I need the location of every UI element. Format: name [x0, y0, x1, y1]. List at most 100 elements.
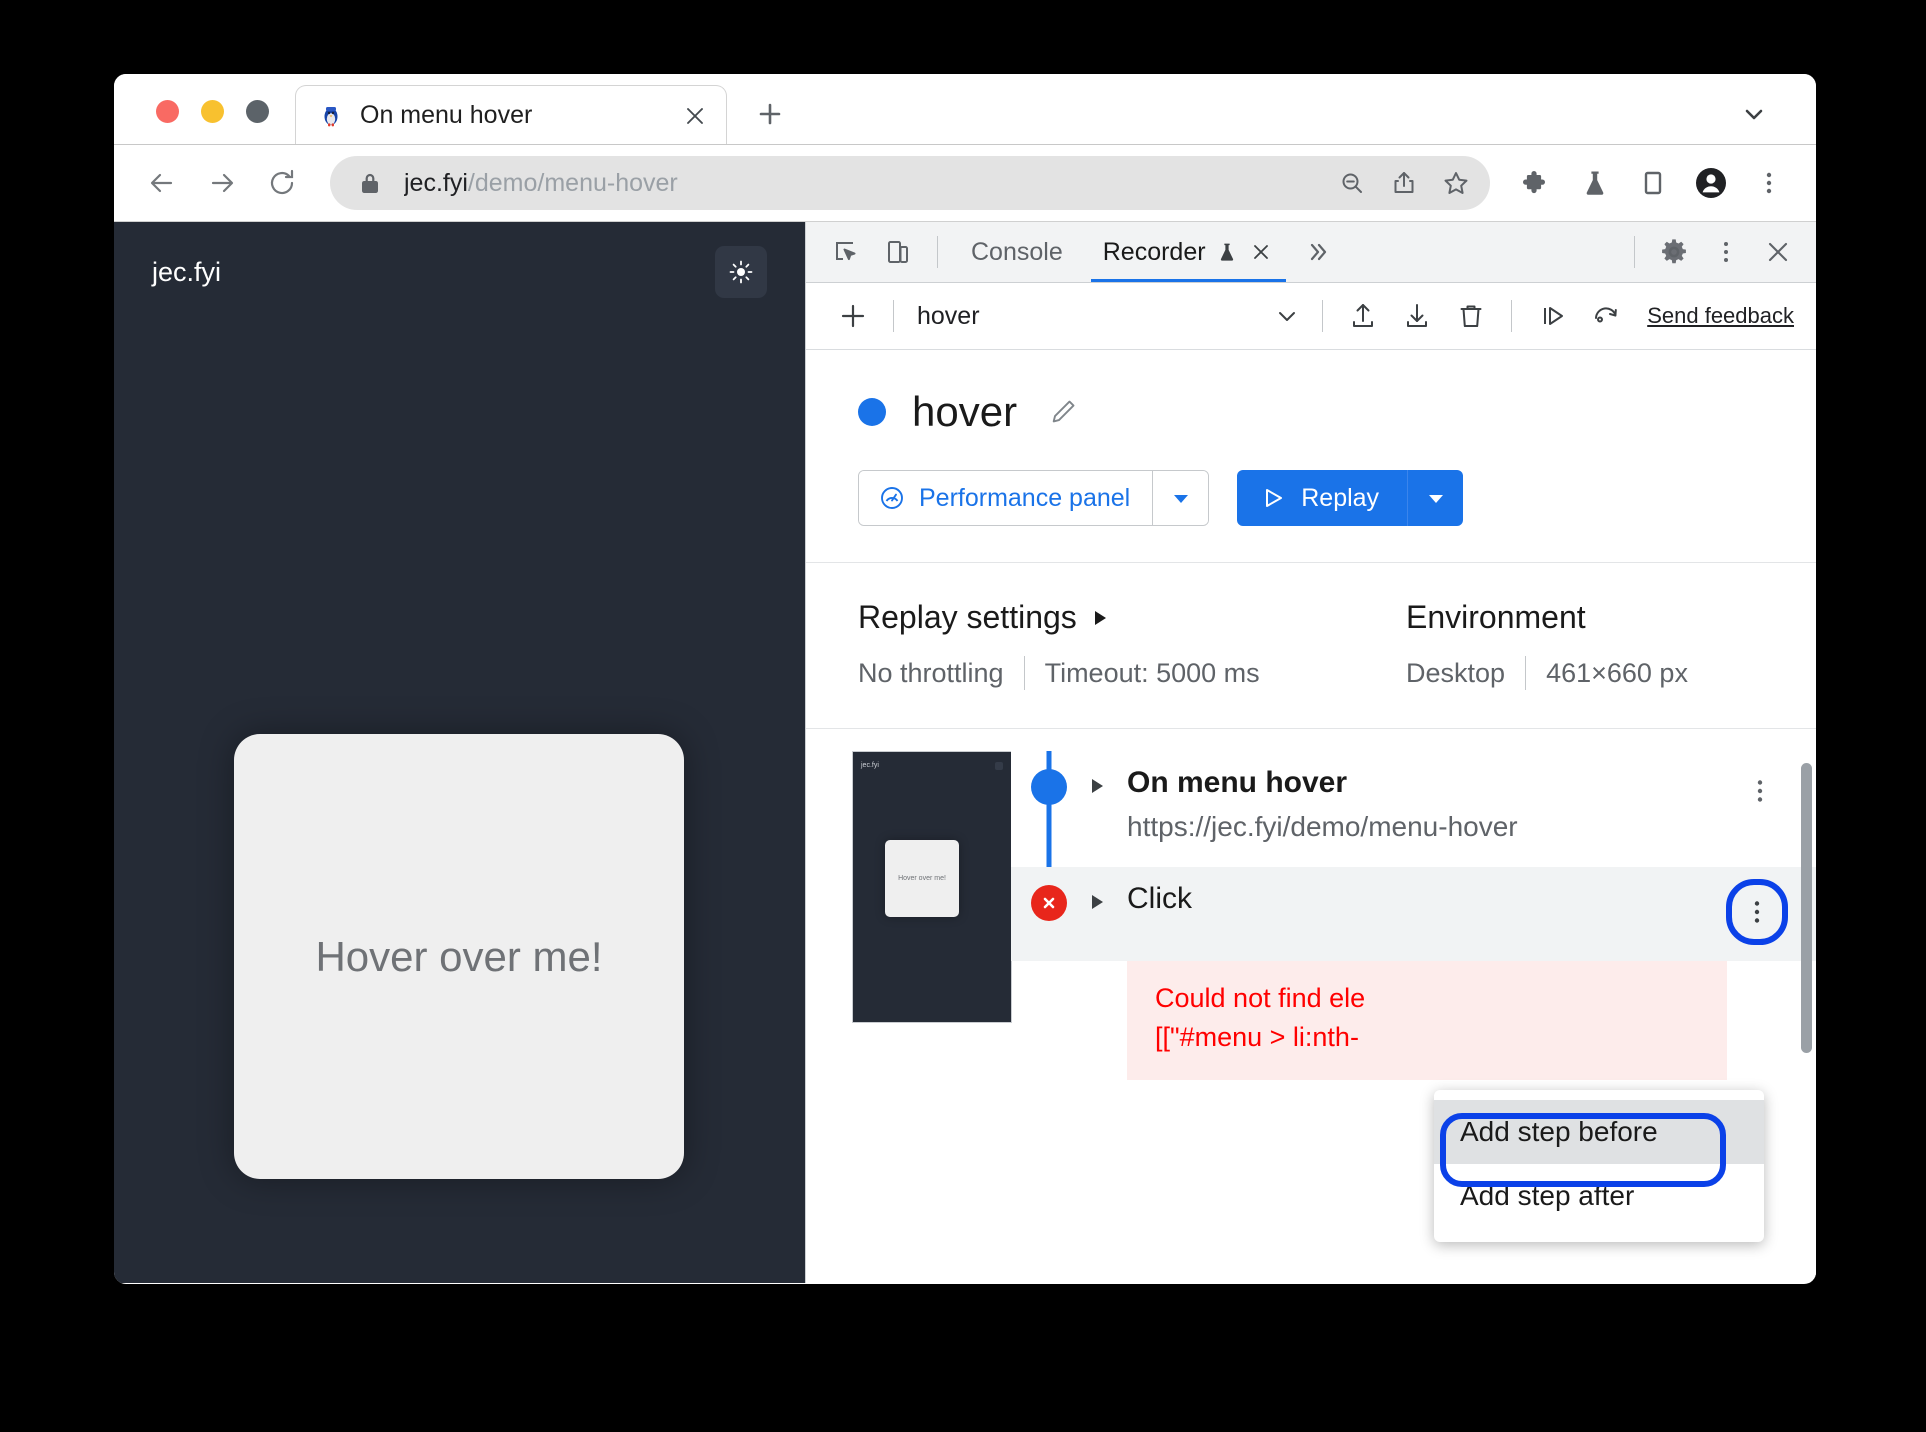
toolbar-divider — [937, 236, 938, 268]
address-bar[interactable]: jec.fyi/demo/menu-hover — [330, 156, 1490, 210]
tab-title: On menu hover — [360, 101, 533, 129]
recording-title: hover — [912, 388, 1018, 435]
environment-column: Environment Desktop 461×660 px — [1406, 599, 1688, 690]
viewport-value: 461×660 px — [1546, 657, 1688, 688]
inspect-element-icon[interactable] — [820, 228, 872, 276]
recorder-toolbar-divider-1 — [893, 300, 894, 332]
zoom-out-icon[interactable] — [1326, 157, 1378, 209]
import-icon[interactable] — [1390, 289, 1444, 343]
back-arrow-icon[interactable] — [132, 153, 192, 213]
maximize-window-button[interactable] — [246, 100, 269, 123]
step-marker-start — [1031, 769, 1067, 805]
lock-icon[interactable] — [356, 169, 384, 197]
menu-item-add-step-before[interactable]: Add step before — [1434, 1100, 1764, 1164]
bookmark-star-icon[interactable] — [1430, 157, 1482, 209]
recorder-toolbar-divider-3 — [1511, 300, 1513, 332]
export-icon[interactable] — [1336, 289, 1390, 343]
devtools-menu-icon[interactable] — [1700, 228, 1752, 276]
step-menu-icon[interactable] — [1726, 879, 1788, 946]
performance-gauge-icon — [879, 485, 905, 511]
replay-button-label: Replay — [1301, 483, 1380, 512]
replay-button[interactable]: Replay — [1237, 470, 1408, 526]
performance-panel-label: Performance panel — [919, 483, 1131, 512]
recorder-toolbar-divider-2 — [1322, 300, 1324, 332]
devtools-tab-bar: Console Recorder — [806, 222, 1816, 283]
value-separator — [1525, 656, 1527, 690]
thumbnail-hover-card: Hover over me! — [885, 840, 959, 917]
step-error-line-1: Could not find ele — [1155, 983, 1366, 1014]
step-rail — [1011, 751, 1087, 868]
close-recorder-tab-icon[interactable] — [1248, 239, 1274, 265]
replay-settings-label: Replay settings — [858, 599, 1077, 635]
step-expand-icon[interactable] — [1087, 763, 1127, 797]
menu-item-add-step-before-label: Add step before — [1460, 1116, 1658, 1147]
recorder-actions: Performance panel Replay — [858, 470, 1816, 526]
replay-step-icon[interactable] — [1525, 289, 1579, 343]
step-menu-icon[interactable] — [1732, 763, 1788, 819]
close-window-button[interactable] — [156, 100, 179, 123]
step-screenshot-thumbnail: jec.fyi Hover over me! — [852, 751, 1012, 1023]
more-tabs-icon[interactable] — [1294, 228, 1342, 276]
experiments-flask-icon[interactable] — [1566, 154, 1624, 212]
recording-selector-label: hover — [917, 301, 980, 330]
tab-console-label: Console — [971, 237, 1063, 266]
recording-title-row: hover — [858, 388, 1816, 436]
minimize-window-button[interactable] — [201, 100, 224, 123]
timeout-value: Timeout: 5000 ms — [1044, 657, 1260, 688]
settings-gear-icon[interactable] — [1648, 228, 1700, 276]
environment-label: Environment — [1406, 599, 1586, 635]
performance-panel-dropdown[interactable] — [1152, 471, 1209, 525]
profile-avatar-icon[interactable] — [1682, 154, 1740, 212]
menu-item-add-step-after[interactable]: Add step after — [1434, 1164, 1764, 1228]
environment-values: Desktop 461×660 px — [1406, 656, 1688, 690]
close-devtools-icon[interactable] — [1752, 228, 1804, 276]
address-bar-url: jec.fyi/demo/menu-hover — [404, 169, 1326, 198]
steps-scrollbar[interactable] — [1801, 763, 1812, 1053]
toolbar-divider-right — [1634, 236, 1635, 268]
browser-tab-active[interactable]: On menu hover — [295, 85, 727, 145]
device-toolbar-icon[interactable] — [872, 228, 924, 276]
tab-console[interactable]: Console — [951, 222, 1083, 282]
tab-recorder[interactable]: Recorder — [1083, 222, 1294, 282]
extensions-puzzle-icon[interactable] — [1508, 154, 1566, 212]
hover-card-label: Hover over me! — [315, 932, 603, 980]
chevron-down-icon[interactable] — [1265, 294, 1309, 338]
step-rail — [1011, 867, 1087, 961]
step-body: Click — [1087, 867, 1816, 961]
side-panel-icon[interactable] — [1624, 154, 1682, 212]
step-row[interactable]: On menu hover https://jec.fyi/demo/menu-… — [1011, 751, 1816, 868]
replay-settings-heading[interactable]: Replay settings — [858, 599, 1406, 636]
menu-item-add-step-after-label: Add step after — [1460, 1180, 1635, 1211]
environment-heading: Environment — [1406, 599, 1688, 636]
step-subtitle: https://jec.fyi/demo/menu-hover — [1127, 810, 1518, 842]
url-path: /demo/menu-hover — [467, 168, 678, 197]
window-traffic-lights — [114, 100, 295, 145]
send-feedback-link[interactable]: Send feedback — [1647, 303, 1794, 329]
performance-panel-button[interactable]: Performance panel — [859, 471, 1153, 525]
thumbnail-site-logo: jec.fyi — [861, 762, 879, 769]
site-logo: jec.fyi — [152, 256, 222, 287]
sun-icon[interactable] — [715, 246, 767, 298]
recording-selector[interactable]: hover — [907, 294, 1309, 338]
edit-pencil-icon[interactable] — [1043, 392, 1083, 432]
replay-dropdown[interactable] — [1407, 470, 1464, 526]
replay-group: Replay — [1237, 470, 1464, 526]
replay-settings-values: No throttling Timeout: 5000 ms — [858, 656, 1406, 690]
step-marker-error — [1031, 885, 1067, 922]
reload-icon[interactable] — [252, 153, 312, 213]
add-recording-button[interactable] — [826, 289, 880, 343]
step-row[interactable]: Click — [1011, 867, 1816, 962]
throttling-value: No throttling — [858, 657, 1004, 688]
replay-with-reload-icon[interactable] — [1579, 289, 1633, 343]
settings-strip: Replay settings No throttling Timeout: 5… — [806, 563, 1816, 729]
close-icon[interactable] — [680, 101, 710, 131]
delete-trash-icon[interactable] — [1444, 289, 1498, 343]
forward-arrow-icon[interactable] — [192, 153, 252, 213]
step-expand-icon[interactable] — [1087, 879, 1127, 913]
chevron-down-icon[interactable] — [1724, 85, 1784, 143]
share-icon[interactable] — [1378, 157, 1430, 209]
hover-target-card[interactable]: Hover over me! — [234, 734, 684, 1179]
browser-menu-icon[interactable] — [1740, 154, 1798, 212]
new-tab-button[interactable] — [741, 85, 799, 143]
experiment-flask-icon — [1216, 241, 1238, 263]
